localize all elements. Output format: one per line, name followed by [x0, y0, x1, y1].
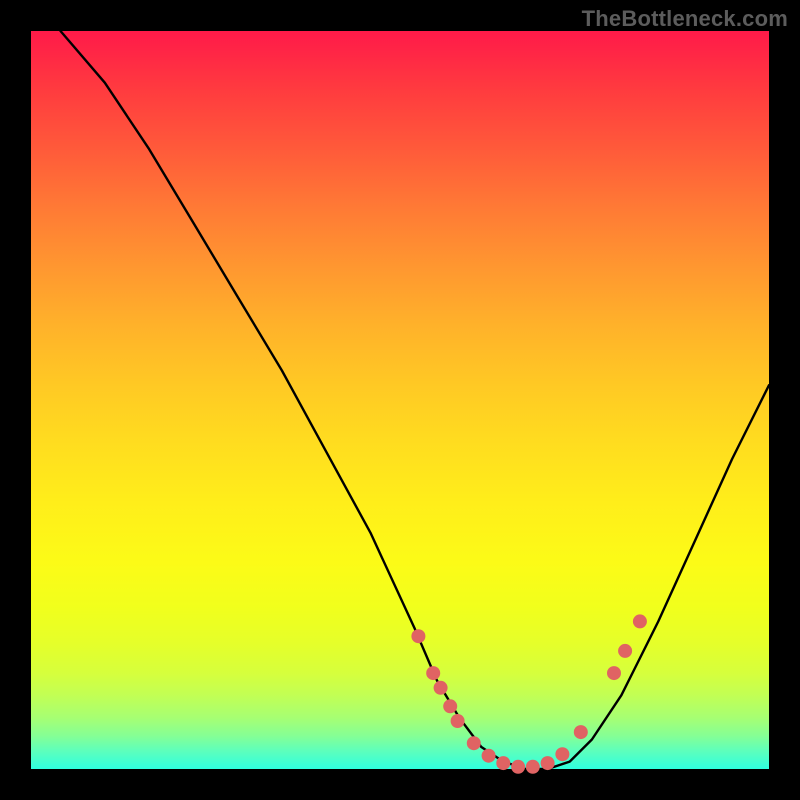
marker-dot: [467, 736, 481, 750]
marker-dot: [511, 760, 525, 774]
marker-dot: [555, 747, 569, 761]
marker-dot: [618, 644, 632, 658]
marker-dot: [451, 714, 465, 728]
chart-frame: TheBottleneck.com: [0, 0, 800, 800]
marker-dot: [526, 760, 540, 774]
marker-dot: [434, 681, 448, 695]
marker-dot: [607, 666, 621, 680]
marker-dot: [541, 756, 555, 770]
marker-dot: [633, 614, 647, 628]
marker-dots: [411, 614, 647, 773]
marker-dot: [411, 629, 425, 643]
watermark-text: TheBottleneck.com: [582, 6, 788, 32]
marker-dot: [482, 749, 496, 763]
bottleneck-curve: [61, 31, 770, 769]
marker-dot: [496, 756, 510, 770]
chart-svg: [31, 31, 769, 769]
marker-dot: [426, 666, 440, 680]
marker-dot: [443, 699, 457, 713]
marker-dot: [574, 725, 588, 739]
